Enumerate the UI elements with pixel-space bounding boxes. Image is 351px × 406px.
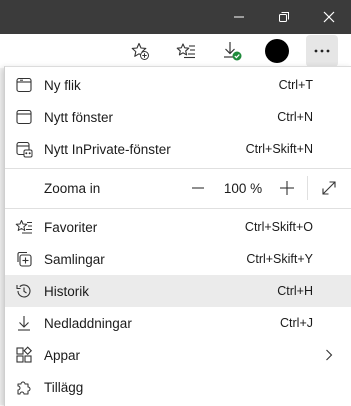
menu-item-shortcut: Ctrl+J	[280, 316, 313, 330]
collections-icon	[13, 248, 35, 270]
favorites-icon	[13, 216, 35, 238]
menu-item-history[interactable]: Historik Ctrl+H	[5, 275, 351, 307]
plus-icon	[280, 181, 294, 195]
menu-separator	[5, 208, 351, 209]
menu-item-extensions[interactable]: Tillägg	[5, 371, 351, 403]
add-favorite-icon[interactable]	[124, 35, 156, 67]
favorites-icon[interactable]	[170, 35, 202, 67]
menu-item-label: Samlingar	[44, 251, 105, 267]
minus-icon	[192, 187, 204, 189]
menu-item-shortcut: Ctrl+Skift+O	[244, 220, 313, 234]
menu-item-favorites[interactable]: Favoriter Ctrl+Skift+O	[5, 211, 351, 243]
extensions-icon	[13, 376, 35, 398]
zoom-value: 100 %	[223, 180, 263, 196]
menu-item-shortcut: Ctrl+H	[277, 284, 313, 298]
menu-separator	[5, 168, 351, 169]
menu-item-label: Tillägg	[44, 379, 84, 395]
inprivate-icon	[13, 138, 35, 160]
menu-item-label: Historik	[44, 283, 90, 299]
downloads-icon	[13, 312, 35, 334]
zoom-out-button[interactable]	[186, 176, 210, 200]
menu-item-apps[interactable]: Appar	[5, 339, 351, 371]
menu-item-shortcut: Ctrl+Skift+N	[245, 142, 313, 156]
zoom-in-button[interactable]	[275, 176, 299, 200]
zoom-divider	[307, 176, 308, 200]
new-tab-icon	[13, 74, 35, 96]
menu-item-label: Nedladdningar	[44, 315, 132, 331]
menu-item-shortcut: Ctrl+Skift+Y	[246, 252, 313, 266]
history-icon	[13, 280, 35, 302]
menu-item-inprivate[interactable]: Nytt InPrivate-fönster Ctrl+Skift+N	[5, 133, 351, 165]
new-window-icon	[13, 106, 35, 128]
zoom-label: Zooma in	[44, 180, 101, 196]
apps-icon	[13, 344, 35, 366]
menu-item-new-window[interactable]: Nytt fönster Ctrl+N	[5, 101, 351, 133]
menu-item-label: Nytt InPrivate-fönster	[44, 141, 171, 157]
menu-item-label: Nytt fönster	[44, 109, 114, 125]
menu-item-shortcut: Ctrl+N	[277, 110, 313, 124]
menu-item-zoom: Zooma in 100 %	[5, 172, 351, 204]
menu-item-label: Appar	[44, 347, 81, 363]
fullscreen-button[interactable]	[317, 176, 341, 200]
close-icon[interactable]	[306, 0, 351, 34]
minimize-icon[interactable]	[216, 0, 261, 34]
menu-item-shortcut: Ctrl+T	[278, 78, 313, 92]
menu-item-new-tab[interactable]: Ny flik Ctrl+T	[5, 69, 351, 101]
menu-item-downloads[interactable]: Nedladdningar Ctrl+J	[5, 307, 351, 339]
title-bar	[0, 0, 351, 34]
restore-icon[interactable]	[261, 0, 306, 34]
fullscreen-icon	[322, 181, 336, 195]
profile-avatar[interactable]	[261, 35, 293, 67]
menu-item-label: Ny flik	[44, 77, 81, 93]
menu-item-label: Favoriter	[44, 219, 98, 235]
chevron-right-icon	[325, 349, 333, 361]
browser-toolbar	[0, 34, 351, 69]
downloads-icon[interactable]	[216, 35, 248, 67]
browser-menu: Ny flik Ctrl+T Nytt fönster Ctrl+N Nytt …	[4, 66, 351, 406]
more-icon[interactable]	[306, 35, 338, 67]
menu-item-collections[interactable]: Samlingar Ctrl+Skift+Y	[5, 243, 351, 275]
